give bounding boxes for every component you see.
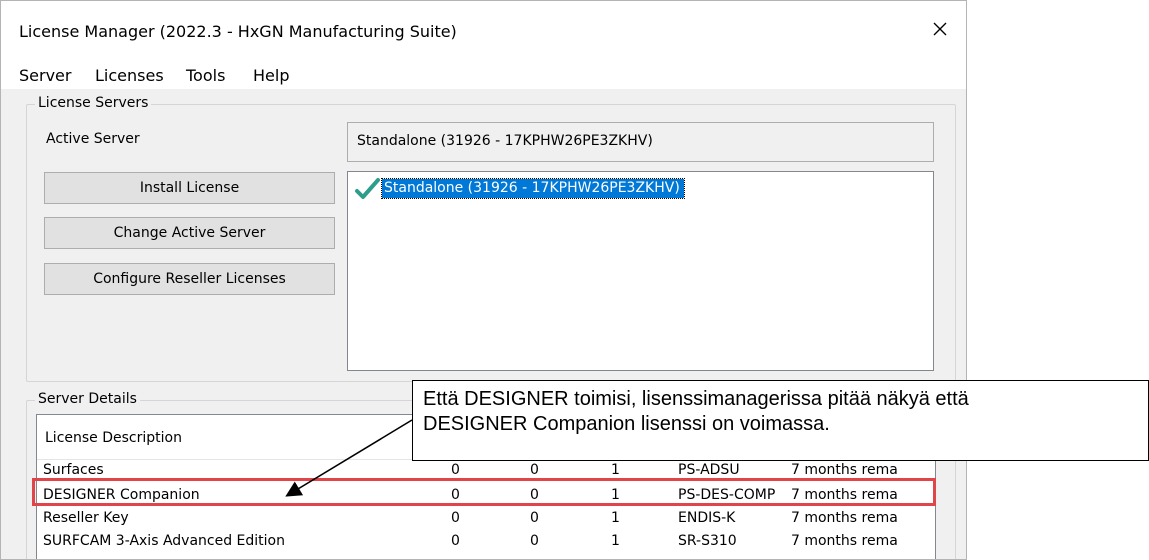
annotation-arrow-icon (285, 419, 413, 497)
annotation-callout: Että DESIGNER toimisi, lisenssimanageris… (412, 380, 1149, 461)
annotation-line-2: DESIGNER Companion lisenssi on voimassa. (423, 413, 830, 435)
annotation-line-1: Että DESIGNER toimisi, lisenssimanageris… (423, 388, 969, 410)
